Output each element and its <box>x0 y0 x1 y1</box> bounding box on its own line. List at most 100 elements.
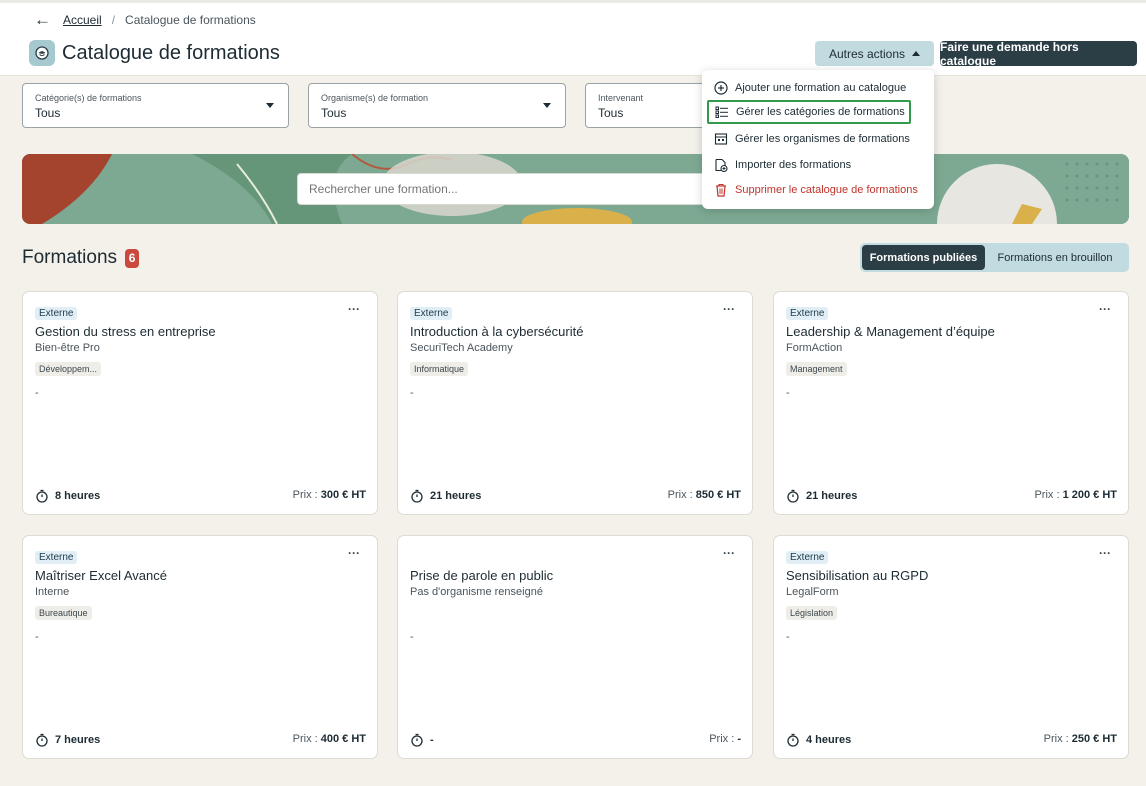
tab-published[interactable]: Formations publiées <box>862 245 985 270</box>
stopwatch-icon <box>411 489 423 503</box>
stopwatch-icon <box>787 733 799 747</box>
price-value: 850 € HT <box>695 489 741 501</box>
card-price: Prix : - <box>709 733 741 745</box>
price-value: 400 € HT <box>320 733 366 745</box>
card-organism: Interne <box>35 586 70 598</box>
card-price: Prix : 250 € HT <box>1044 733 1117 745</box>
other-actions-label: Autres actions <box>828 46 906 61</box>
external-badge: Externe <box>410 307 453 320</box>
card-organism: FormAction <box>786 342 843 354</box>
organism-filter-value: Tous <box>321 106 347 120</box>
more-options-icon[interactable]: ··· <box>723 302 735 316</box>
formation-card[interactable]: Externe ··· Leadership & Management d’éq… <box>773 291 1129 515</box>
tab-draft[interactable]: Formations en brouillon <box>985 245 1125 270</box>
card-title: Leadership & Management d’équipe <box>786 324 995 339</box>
search-input[interactable] <box>297 173 717 205</box>
category-filter-label: Catégorie(s) de formations <box>35 93 142 103</box>
menu-item-import[interactable]: Importer des formations <box>714 158 851 172</box>
duration-value: 21 heures <box>806 490 858 502</box>
card-description: - <box>410 631 414 643</box>
card-duration: 8 heures <box>35 489 100 503</box>
speaker-filter-label: Intervenant <box>598 93 644 103</box>
more-options-icon[interactable]: ··· <box>1099 546 1111 560</box>
price-value: 300 € HT <box>320 489 366 501</box>
card-title: Prise de parole en public <box>410 568 554 583</box>
card-duration: 21 heures <box>410 489 481 503</box>
menu-item-label: Gérer les organismes de formations <box>735 133 910 145</box>
page-title: Catalogue de formations <box>62 41 280 64</box>
list-icon <box>715 106 728 118</box>
category-filter-value: Tous <box>35 106 61 120</box>
card-description: - <box>35 387 39 399</box>
card-price: Prix : 1 200 € HT <box>1034 489 1117 501</box>
formation-card[interactable]: Externe ··· Sensibilisation au RGPD Lega… <box>773 535 1129 759</box>
price-value: 250 € HT <box>1071 733 1117 745</box>
search-banner <box>22 154 1129 224</box>
price-label: Prix : <box>1043 733 1072 745</box>
menu-item-delete-catalog[interactable]: Supprimer le catalogue de formations <box>714 183 918 197</box>
card-description: - <box>786 387 790 399</box>
card-duration: 21 heures <box>786 489 857 503</box>
external-badge: Externe <box>786 307 829 320</box>
more-options-icon[interactable]: ··· <box>348 302 360 316</box>
formation-card[interactable]: Externe ··· Introduction à la cybersécur… <box>397 291 753 515</box>
card-organism: SecuriTech Academy <box>410 342 513 354</box>
formation-card[interactable]: Externe ··· Gestion du stress en entrepr… <box>22 291 378 515</box>
formation-card[interactable]: ··· Prise de parole en public Pas d'orga… <box>397 535 753 759</box>
menu-item-add-formation[interactable]: Ajouter une formation au catalogue <box>714 81 906 95</box>
external-badge: Externe <box>35 307 78 320</box>
category-filter[interactable]: Catégorie(s) de formations Tous <box>22 83 289 128</box>
graduation-cap-icon <box>29 40 55 66</box>
building-icon <box>714 133 728 145</box>
card-duration: 4 heures <box>786 733 851 747</box>
page-header: Catalogue de formations <box>29 40 280 66</box>
duration-value: 21 heures <box>430 490 482 502</box>
stopwatch-icon <box>411 733 423 747</box>
price-label: Prix : <box>292 489 321 501</box>
publication-toggle: Formations publiées Formations en brouil… <box>860 243 1129 272</box>
price-label: Prix : <box>709 733 738 745</box>
card-title: Maîtriser Excel Avancé <box>35 568 167 583</box>
menu-item-manage-categories[interactable]: Gérer les catégories de formations <box>707 100 911 124</box>
card-price: Prix : 300 € HT <box>293 489 366 501</box>
card-title: Sensibilisation au RGPD <box>786 568 929 583</box>
speaker-filter-value: Tous <box>598 106 624 120</box>
import-icon <box>715 158 728 172</box>
price-value: - <box>737 733 741 745</box>
menu-item-label: Importer des formations <box>735 159 852 171</box>
filters-bar: Catégorie(s) de formations Tous Organism… <box>0 77 1146 133</box>
price-label: Prix : <box>1034 489 1063 501</box>
category-tag: Management <box>786 362 847 376</box>
category-tag: Législation <box>786 606 838 620</box>
formations-heading: Formations 6 <box>22 247 140 269</box>
other-actions-menu: Ajouter une formation au catalogue Gérer… <box>702 70 934 209</box>
menu-item-label: Ajouter une formation au catalogue <box>735 82 907 94</box>
breadcrumb-home-link[interactable]: Accueil <box>63 13 102 27</box>
top-bar: ← Accueil / Catalogue de formations Cata… <box>0 0 1146 76</box>
menu-item-label: Supprimer le catalogue de formations <box>735 184 918 196</box>
back-arrow-icon[interactable]: ← <box>34 11 51 28</box>
card-organism: Bien-être Pro <box>35 342 100 354</box>
formation-card[interactable]: Externe ··· Maîtriser Excel Avancé Inter… <box>22 535 378 759</box>
card-price: Prix : 850 € HT <box>668 489 741 501</box>
formations-count-badge: 6 <box>125 248 140 268</box>
more-options-icon[interactable]: ··· <box>723 546 735 560</box>
price-label: Prix : <box>667 489 696 501</box>
off-catalog-request-button[interactable]: Faire une demande hors catalogue <box>940 40 1137 68</box>
card-description: - <box>410 387 414 399</box>
more-options-icon[interactable]: ··· <box>1099 302 1111 316</box>
breadcrumb-current: Catalogue de formations <box>125 13 256 27</box>
organism-filter[interactable]: Organisme(s) de formation Tous <box>308 83 566 128</box>
price-value: 1 200 € HT <box>1062 489 1117 501</box>
duration-value: 8 heures <box>55 490 101 502</box>
card-description: - <box>786 631 790 643</box>
card-description: - <box>35 631 39 643</box>
section-title: Formations <box>22 247 118 268</box>
menu-item-manage-organisms[interactable]: Gérer les organismes de formations <box>714 132 910 146</box>
more-options-icon[interactable]: ··· <box>348 546 360 560</box>
other-actions-button[interactable]: Autres actions <box>815 41 934 66</box>
card-price: Prix : 400 € HT <box>293 733 366 745</box>
plus-circle-icon <box>714 81 728 95</box>
external-badge: Externe <box>786 551 829 564</box>
duration-value: 7 heures <box>55 734 101 746</box>
